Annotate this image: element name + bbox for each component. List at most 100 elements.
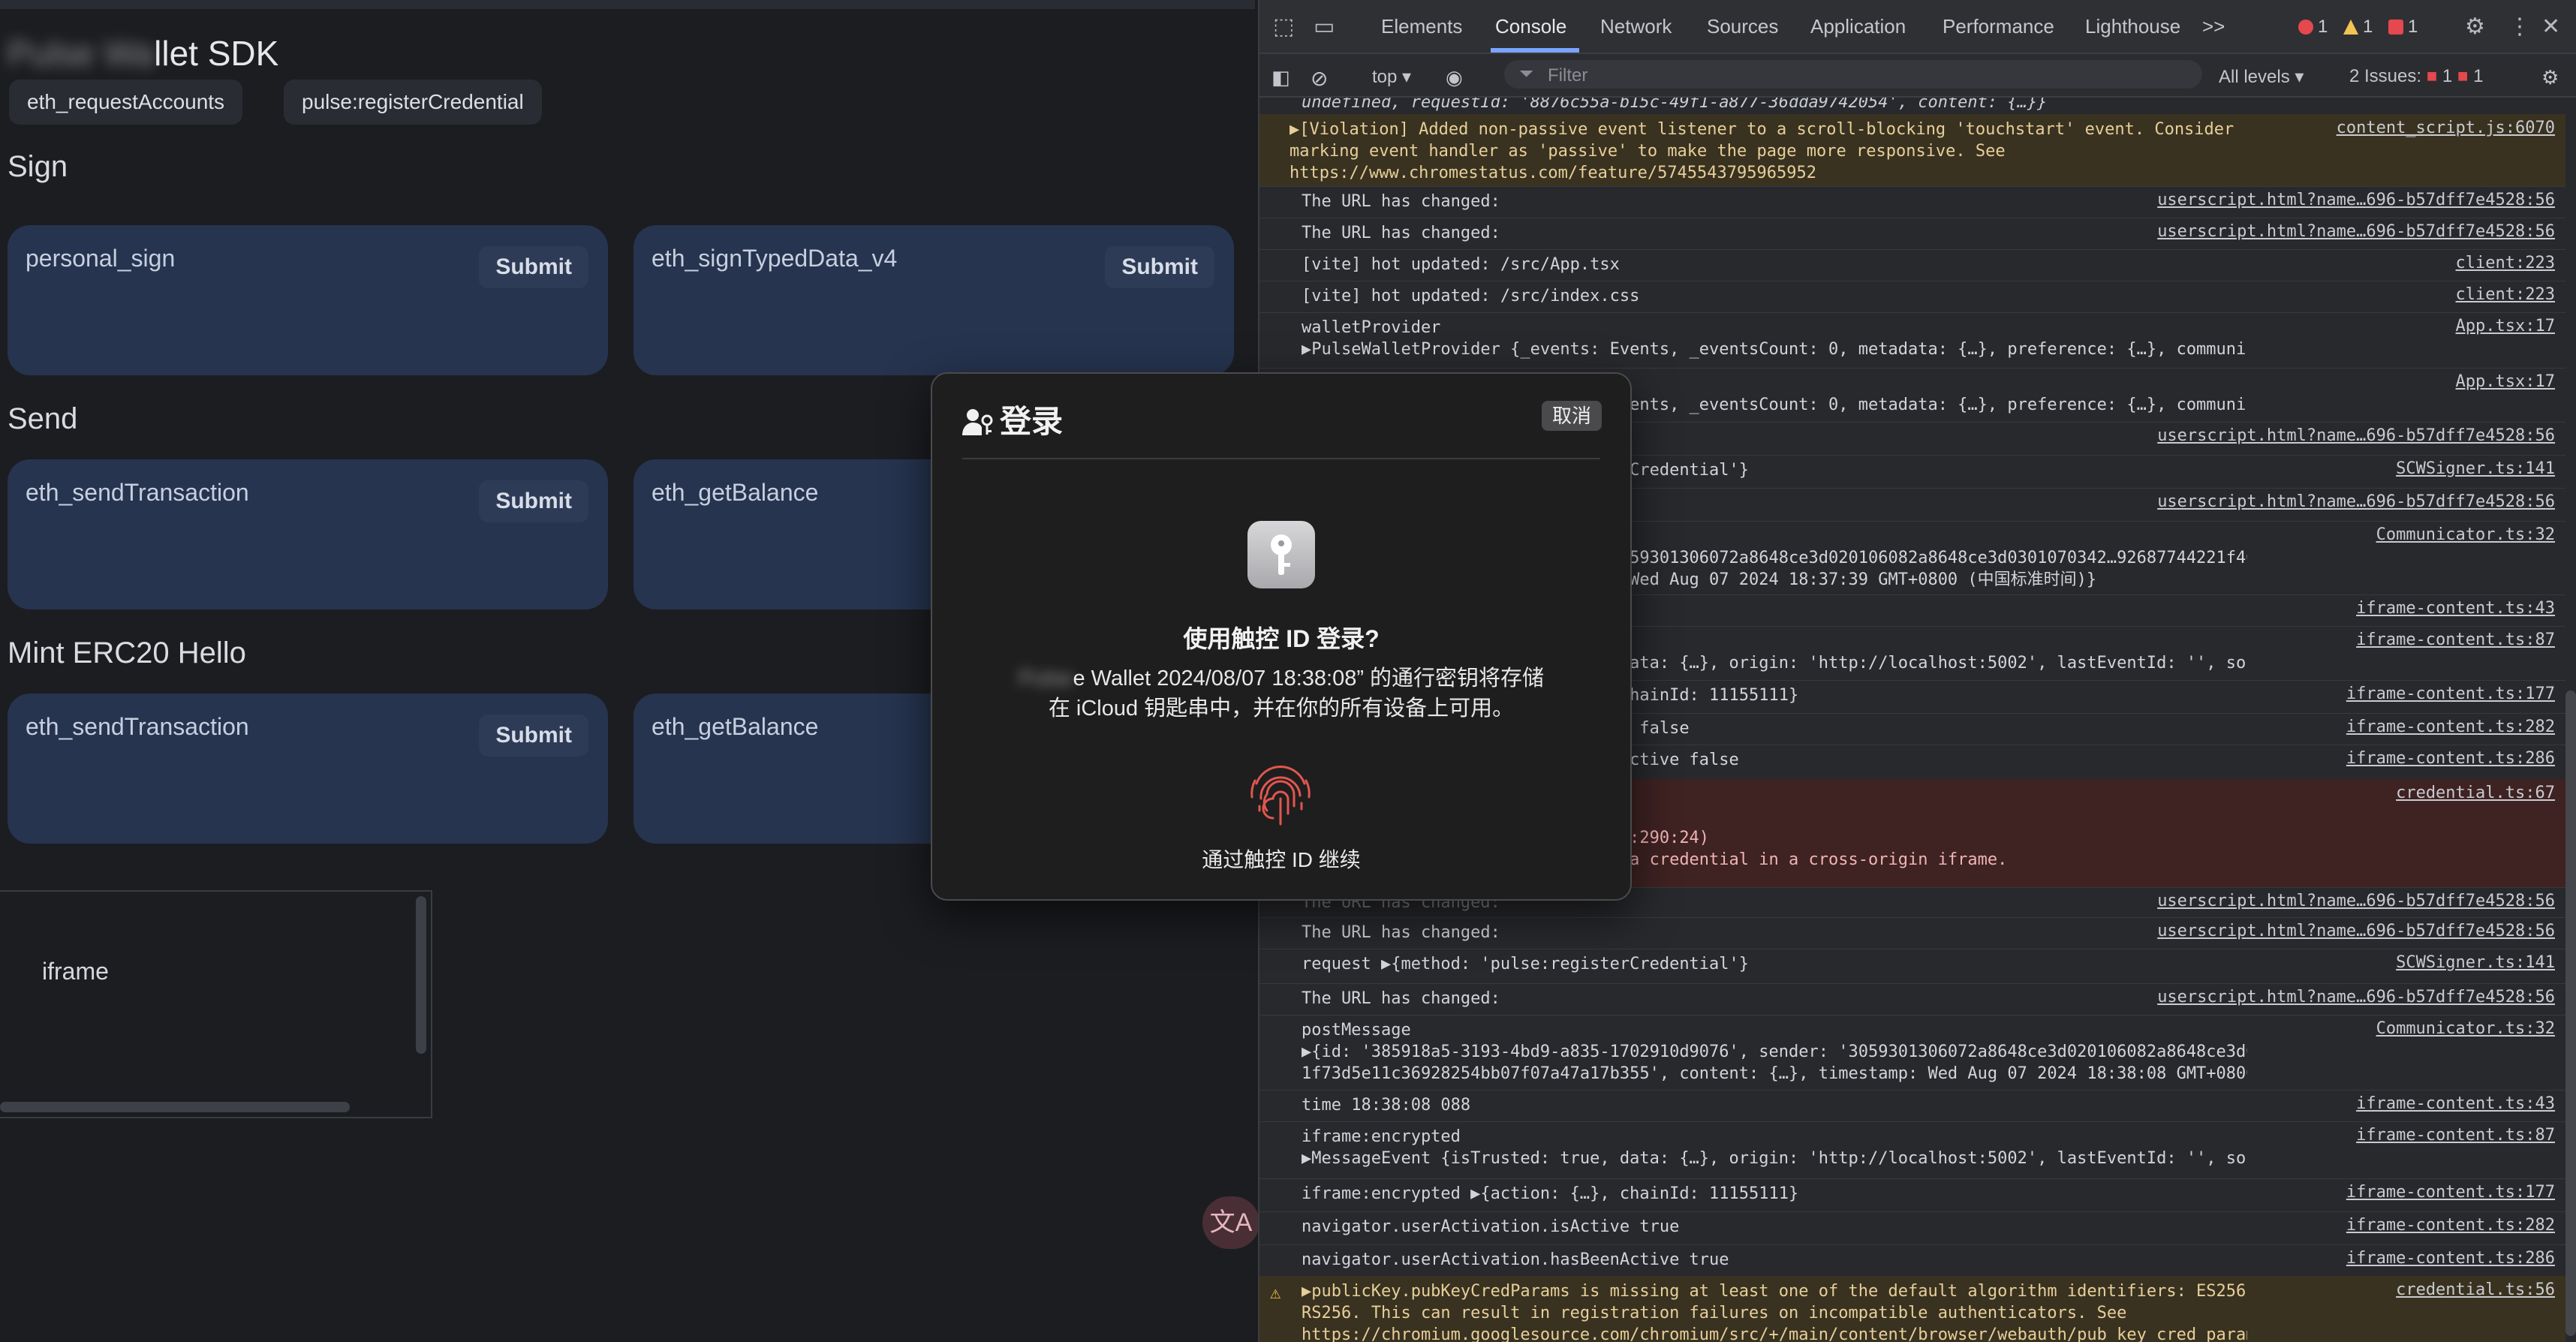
tab-lighthouse[interactable]: Lighthouse (2085, 15, 2180, 38)
cancel-button[interactable]: 取消 (1541, 401, 1602, 431)
console-row: navigator.userActivation.hasBeenActive t… (1259, 1244, 2565, 1277)
console-settings-gear-icon[interactable]: ⚙ (2541, 66, 2559, 89)
console-row: The URL has changed:userscript.html?name… (1259, 186, 2565, 218)
close-devtools-icon[interactable]: ✕ (2541, 14, 2560, 40)
tab-application[interactable]: Application (1810, 15, 1906, 38)
submit-button[interactable]: Submit (479, 246, 588, 288)
console-row: [vite] hot updated: /src/App.tsx client:2… (1259, 249, 2565, 281)
submit-button[interactable]: Submit (479, 715, 588, 757)
tab-sources[interactable]: Sources (1707, 15, 1778, 38)
console-row[interactable]: request ▶{method: 'pulse:registerCredent… (1259, 949, 2565, 984)
source-link[interactable]: SCWSigner.ts:141 (2396, 953, 2555, 972)
source-link[interactable]: SCWSigner.ts:141 (2396, 459, 2555, 478)
source-link[interactable]: iframe-content.ts:43 (2356, 599, 2555, 618)
context-selector[interactable]: top ▾ (1372, 66, 1411, 88)
card-label: personal_sign (26, 245, 176, 272)
tab-console[interactable]: Console (1495, 15, 1566, 38)
card-label: eth_signTypedData_v4 (652, 245, 898, 272)
card-label: eth_getBalance (652, 479, 819, 506)
embedded-iframe[interactable]: iframe (0, 890, 432, 1118)
dialog-divider (962, 458, 1600, 459)
register-credential-button[interactable]: pulse:registerCredential (284, 80, 542, 125)
console-row[interactable]: walletProvider ▶PulseWalletProvider {_ev… (1259, 312, 2565, 369)
source-link[interactable]: userscript.html?name…696-b57dff7e4528:56 (2157, 191, 2555, 209)
card-personal-sign: personal_sign Submit (8, 225, 608, 375)
card-label: eth_sendTransaction (26, 713, 249, 740)
source-link[interactable]: App.tsx:17 (2456, 372, 2555, 391)
source-link[interactable]: iframe-content.ts:286 (2346, 749, 2555, 768)
tab-performance[interactable]: Performance (1943, 15, 2054, 38)
iframe-horizontal-scrollbar[interactable] (0, 1102, 350, 1112)
issues-summary-button[interactable]: 2 Issues: ■ 1 ■ 1 (2349, 66, 2483, 87)
source-link[interactable]: credential.ts:67 (2396, 784, 2555, 802)
console-toolbar: ◧ ⊘ top ▾ ◉ ⏷ Filter All levels ▾ 2 Issu… (1259, 54, 2576, 98)
iframe-label: iframe (42, 958, 109, 985)
console-scrollbar[interactable] (2565, 691, 2576, 1336)
error-count-badge[interactable]: 1 (2298, 17, 2328, 38)
active-tab-indicator (1491, 48, 1579, 53)
continue-with-touch-id-label[interactable]: 通过触控 ID 继续 (932, 844, 1630, 874)
kebab-menu-icon[interactable]: ⋮ (2508, 14, 2531, 40)
source-link[interactable]: credential.ts:56 (2396, 1280, 2555, 1299)
eth-request-accounts-button[interactable]: eth_requestAccounts (9, 80, 243, 125)
source-link[interactable]: iframe-content.ts:87 (2356, 630, 2555, 649)
source-link[interactable]: iframe-content.ts:286 (2346, 1249, 2555, 1268)
source-link[interactable]: userscript.html?name…696-b57dff7e4528:56 (2157, 222, 2555, 241)
inspect-element-icon[interactable]: ⬚ (1273, 14, 1294, 40)
source-link[interactable]: client:223 (2456, 254, 2555, 272)
dialog-question: 使用触控 ID 登录? (1183, 625, 1380, 652)
source-link[interactable]: iframe-content.ts:282 (2346, 1216, 2555, 1235)
console-row: time 18:38:08 088 iframe-content.ts:43 (1259, 1090, 2565, 1122)
iframe-vertical-scrollbar[interactable] (416, 896, 426, 1054)
source-link[interactable]: client:223 (2456, 285, 2555, 304)
source-link[interactable]: Communicator.ts:32 (2376, 525, 2555, 544)
tab-network[interactable]: Network (1600, 15, 1672, 38)
dialog-title: 登录 (962, 396, 1063, 442)
console-row[interactable]: iframe:encrypted ▶{action: {…}, chainId:… (1259, 1178, 2565, 1212)
source-link[interactable]: content_script.js:6070 (2337, 119, 2555, 137)
section-title-mint: Mint ERC20 Hello (8, 636, 246, 669)
warning-count-badge[interactable]: 1 (2343, 17, 2373, 38)
console-warning-row[interactable]: ⚠ ▶publicKey.pubKeyCredParams is missing … (1259, 1276, 2565, 1342)
source-link[interactable]: userscript.html?name…696-b57dff7e4528:56 (2157, 892, 2555, 910)
translate-icon[interactable]: 文A (1202, 1196, 1259, 1249)
tab-elements[interactable]: Elements (1381, 15, 1462, 38)
issues-count-badge[interactable]: 1 (2388, 17, 2418, 38)
submit-button[interactable]: Submit (479, 480, 588, 522)
console-warning-row[interactable]: ▶[Violation] Added non-passive event lis… (1259, 114, 2565, 187)
source-link[interactable]: App.tsx:17 (2456, 317, 2555, 336)
card-label: eth_getBalance (652, 713, 819, 740)
source-link[interactable]: iframe-content.ts:43 (2356, 1094, 2555, 1113)
console-row: The URL has changed:userscript.html?name… (1259, 218, 2565, 250)
source-link[interactable]: userscript.html?name…696-b57dff7e4528:56 (2157, 426, 2555, 445)
log-levels-dropdown[interactable]: All levels ▾ (2219, 66, 2304, 88)
passwords-key-icon (1247, 521, 1315, 588)
filter-placeholder: Filter (1548, 65, 1588, 86)
source-link[interactable]: userscript.html?name…696-b57dff7e4528:56 (2157, 922, 2555, 940)
clear-console-icon[interactable]: ⊘ (1311, 66, 1328, 91)
console-row: The URL has changed:userscript.html?name… (1259, 983, 2565, 1016)
source-link[interactable]: Communicator.ts:32 (2376, 1019, 2555, 1038)
source-link[interactable]: iframe-content.ts:87 (2356, 1126, 2555, 1145)
settings-gear-icon[interactable]: ⚙ (2465, 14, 2485, 40)
source-link[interactable]: iframe-content.ts:282 (2346, 718, 2555, 736)
touch-id-fingerprint-icon[interactable] (1241, 754, 1320, 832)
console-filter-input[interactable]: ⏷ Filter (1504, 60, 2202, 89)
source-link[interactable]: iframe-content.ts:177 (2346, 685, 2555, 703)
source-link[interactable]: userscript.html?name…696-b57dff7e4528:56 (2157, 988, 2555, 1006)
more-tabs-icon[interactable]: >> (2202, 15, 2225, 38)
device-toolbar-icon[interactable]: ▭ (1314, 14, 1335, 40)
page-top-bar (0, 0, 1255, 9)
console-row[interactable]: iframe:encrypted ▶MessageEvent {isTruste… (1259, 1121, 2565, 1179)
warning-icon: ⚠ (1270, 1282, 1281, 1303)
live-expression-eye-icon[interactable]: ◉ (1446, 66, 1463, 89)
source-link[interactable]: iframe-content.ts:177 (2346, 1183, 2555, 1202)
submit-button[interactable]: Submit (1105, 246, 1214, 288)
error-icon (2298, 20, 2313, 35)
card-send-transaction: eth_sendTransaction Submit (8, 459, 608, 609)
sidebar-toggle-icon[interactable]: ◧ (1271, 66, 1290, 89)
console-row[interactable]: postMessage ▶{id: '385918a5-3193-4bd9-a8… (1259, 1015, 2565, 1091)
console-row: navigator.userActivation.isActive true if… (1259, 1211, 2565, 1245)
source-link[interactable]: userscript.html?name…696-b57dff7e4528:56 (2157, 492, 2555, 511)
filter-icon: ⏷ (1519, 64, 1534, 84)
